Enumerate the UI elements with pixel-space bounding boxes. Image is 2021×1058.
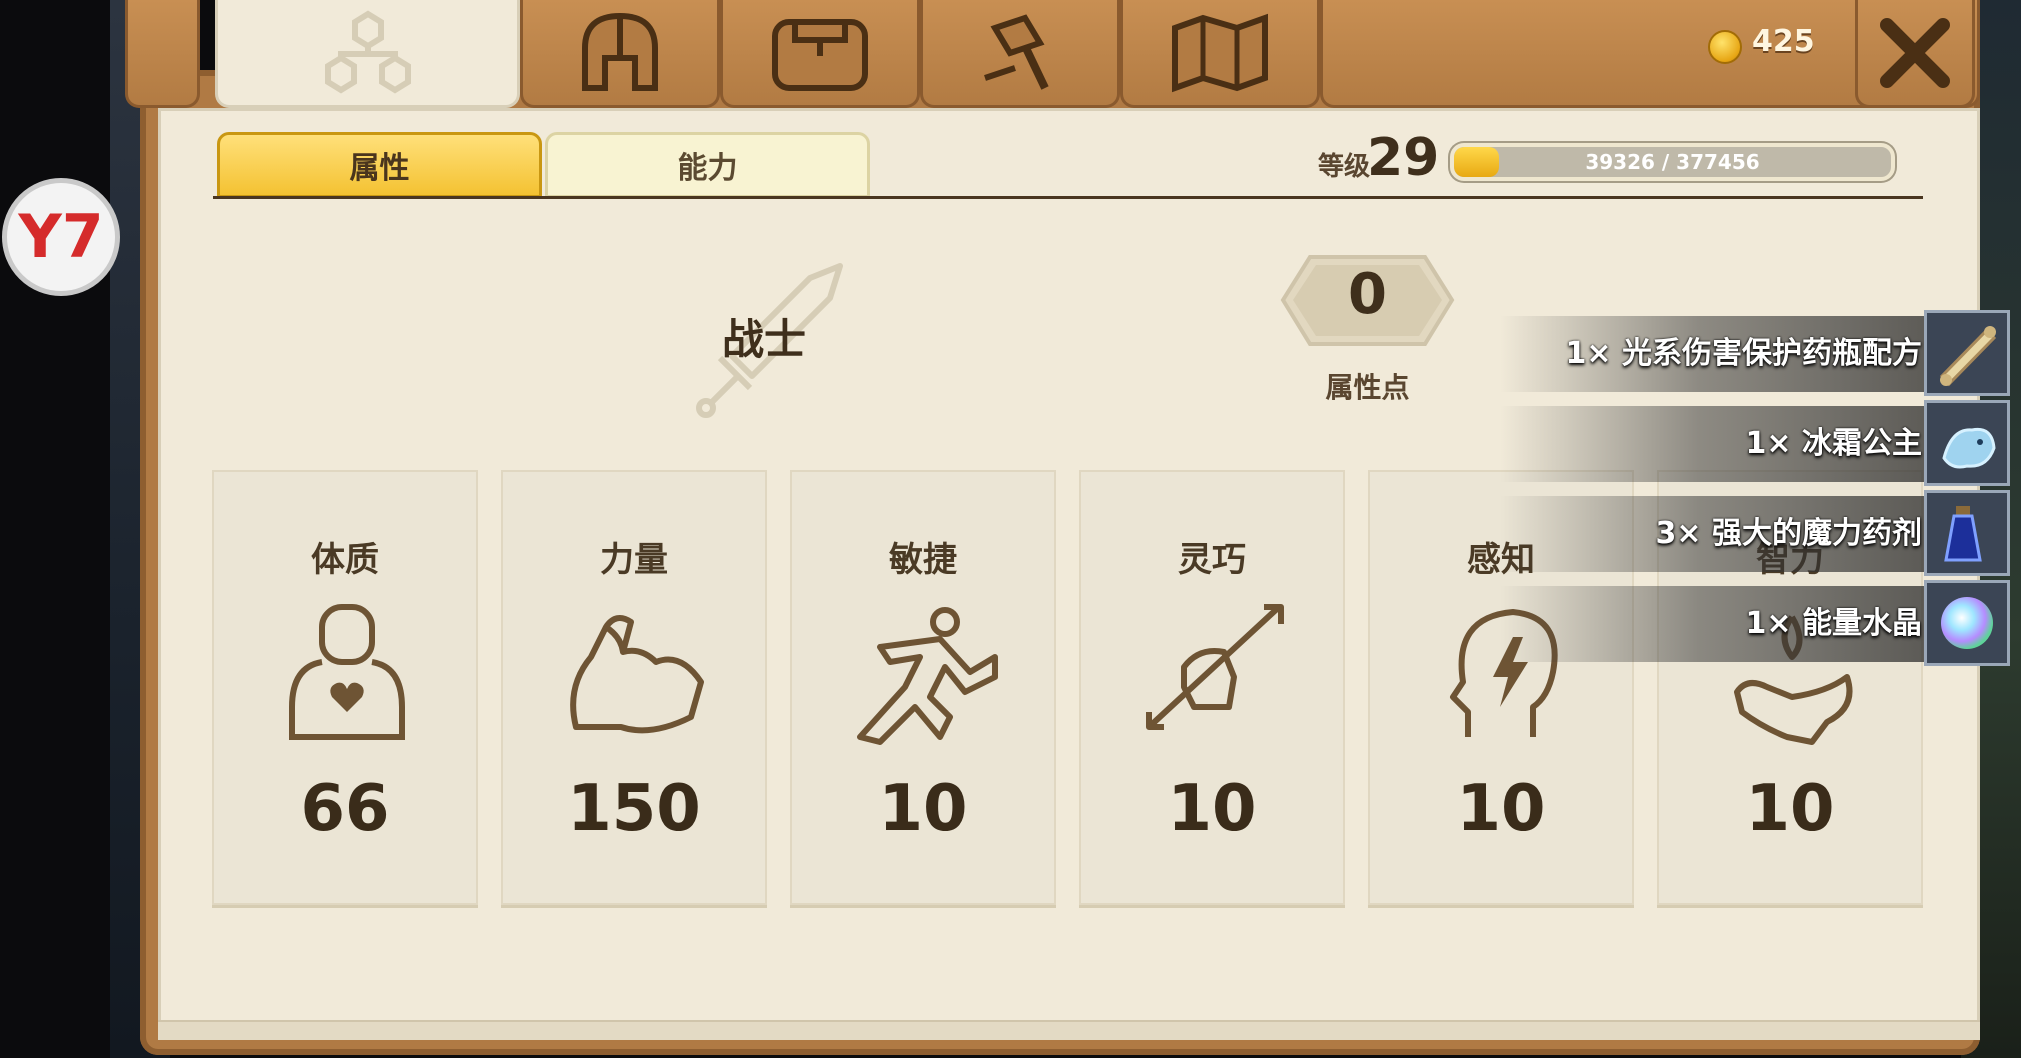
tab-left-edge [125,0,200,108]
crystal-icon [1924,580,2010,666]
dexterity-icon [1146,604,1284,730]
gold-amount: 425 [1752,24,1815,59]
loot-notification: 1× 光系伤害保护药瓶配方 [1500,316,1940,392]
ice-creature-icon [1924,400,2010,486]
stat-card-strength[interactable]: 力量 150 [501,470,767,905]
tab-inventory[interactable] [720,0,920,108]
hammer-icon [984,13,1049,90]
tab-crafting[interactable] [920,0,1120,108]
stat-value: 10 [878,772,968,846]
stat-value: 10 [1745,772,1835,846]
loot-text: 3× 强大的魔力药剂 [1655,516,1922,551]
xp-bar: 39326 / 377456 [1450,143,1895,181]
loot-notification: 1× 能量水晶 [1500,586,1940,662]
stat-value: 10 [1456,772,1546,846]
loot-notification: 3× 强大的魔力药剂 [1500,496,1940,572]
stat-card-constitution[interactable]: 体质 66 [212,470,478,905]
tab-attributes[interactable]: 属性 [217,132,542,198]
tab-map[interactable] [1120,0,1320,108]
level-value: 29 [1367,128,1440,188]
xp-text: 39326 / 377456 [1585,150,1760,174]
level-label: 等级 [1318,152,1371,182]
skill-tree-icon [324,9,411,94]
close-button[interactable] [1855,0,1975,108]
stat-card-agility[interactable]: 敏捷 10 [790,470,1056,905]
close-icon [1880,17,1950,88]
class-name: 战士 [722,315,807,364]
agility-icon [857,607,998,745]
loot-text: 1× 冰霜公主 [1745,426,1922,461]
subtab-divider [213,196,1923,199]
scroll-icon [1924,310,2010,396]
tab-equipment[interactable] [520,0,720,108]
stat-value: 10 [1167,772,1257,846]
gold-coin-icon [1708,30,1742,64]
panel-bottom-edge [158,1020,1980,1040]
loot-text: 1× 能量水晶 [1745,606,1922,641]
tab-abilities[interactable]: 能力 [545,132,870,198]
strength-icon [570,615,704,734]
top-tab-bar [125,0,1980,110]
stat-label: 灵巧 [1178,540,1246,580]
attribute-points-label: 属性点 [1325,371,1410,404]
stat-label: 体质 [311,540,379,580]
loot-notification: 1× 冰霜公主 [1500,406,1940,482]
stat-label: 力量 [600,540,668,580]
stat-value: 66 [300,772,390,846]
stat-card-dexterity[interactable]: 灵巧 10 [1079,470,1345,905]
stat-label: 敏捷 [889,540,957,580]
tab-skills-tree[interactable] [215,0,520,108]
map-icon [1172,13,1268,92]
y7-logo[interactable]: Y7 [2,178,120,296]
stat-value: 150 [567,772,701,846]
bag-icon [772,18,868,91]
potion-icon [1924,490,2010,576]
loot-text: 1× 光系伤害保护药瓶配方 [1565,336,1922,371]
constitution-icon [289,604,405,740]
attribute-points-value: 0 [1348,262,1387,327]
helmet-icon [582,12,658,91]
logo-text: Y7 [18,202,104,272]
